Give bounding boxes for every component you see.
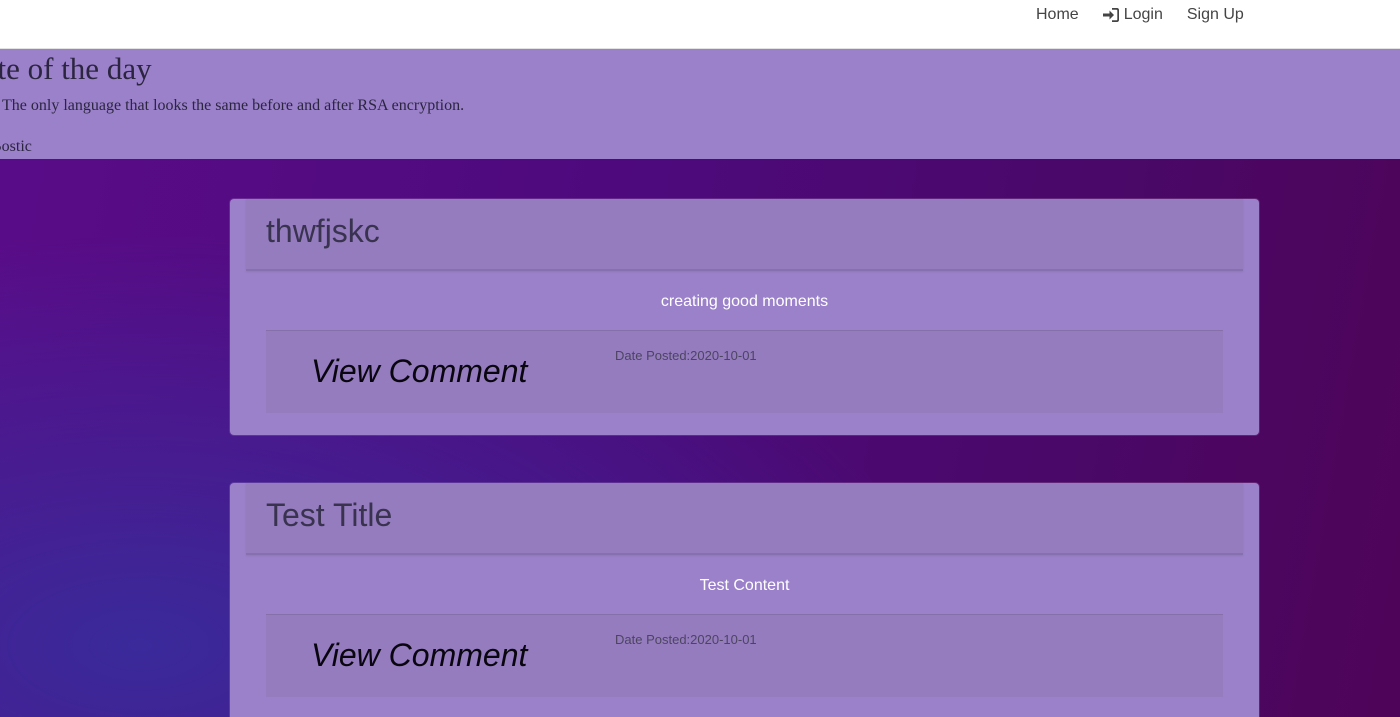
post-footer: View Comment Date Posted:2020-10-01 — [266, 614, 1223, 697]
date-posted: Date Posted:2020-10-01 — [615, 348, 757, 363]
quote-author: Bostic — [0, 138, 32, 155]
nav-menu: Home Login Sign Up — [1024, 0, 1256, 30]
quote-text: The only language that looks the same be… — [2, 97, 465, 114]
post-title: Test Title — [266, 497, 393, 533]
nav-login-label: Login — [1123, 6, 1163, 23]
date-posted: Date Posted:2020-10-01 — [615, 632, 757, 647]
post-card: Test Title Test Content View Comment Dat… — [230, 483, 1259, 717]
nav-signup-link[interactable]: Sign Up — [1175, 6, 1256, 24]
post-title: thwfjskc — [266, 213, 380, 249]
post-header: Test Title — [246, 483, 1243, 555]
quote-of-the-day-banner: ote of the day The only language that lo… — [0, 49, 1400, 159]
view-comment-link[interactable]: View Comment — [311, 637, 527, 674]
sign-in-icon — [1102, 8, 1119, 22]
post-header: thwfjskc — [246, 199, 1243, 271]
post-card: thwfjskc creating good moments View Comm… — [230, 199, 1259, 435]
post-footer: View Comment Date Posted:2020-10-01 — [266, 330, 1223, 413]
nav-home-label: Home — [1036, 6, 1079, 23]
post-content: Test Content — [699, 577, 790, 594]
nav-login-link[interactable]: Login — [1091, 6, 1175, 24]
nav-home-link[interactable]: Home — [1024, 6, 1091, 24]
top-navbar: Home Login Sign Up — [0, 0, 1400, 49]
quote-heading: ote of the day — [0, 51, 152, 86]
nav-signup-label: Sign Up — [1186, 6, 1244, 23]
post-content: creating good moments — [660, 293, 829, 310]
view-comment-link[interactable]: View Comment — [311, 353, 527, 390]
